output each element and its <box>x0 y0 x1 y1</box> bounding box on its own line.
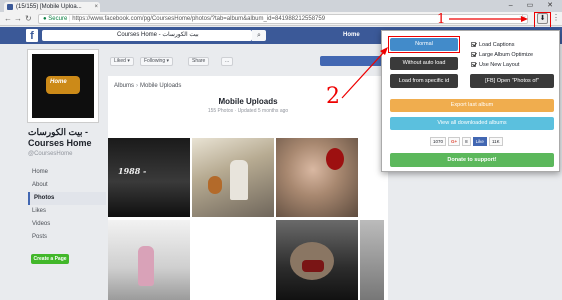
annotation-step-2: 2 <box>326 84 340 109</box>
annotation-arrow-2 <box>341 51 385 99</box>
annotation-arrowhead-1 <box>521 16 528 22</box>
annotation-arrows <box>341 16 528 99</box>
annotation-arrowhead-2 <box>380 47 388 55</box>
annotation-step-1: 1 <box>437 12 446 27</box>
